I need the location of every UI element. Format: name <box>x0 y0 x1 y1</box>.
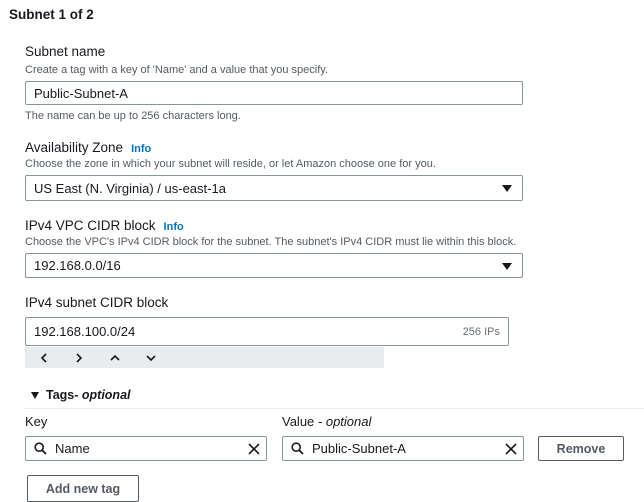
chevron-right-icon[interactable] <box>69 347 89 368</box>
search-icon <box>291 442 304 455</box>
vpc-cidr-label-text: IPv4 VPC CIDR block <box>25 218 156 233</box>
subnet-name-input[interactable]: Public-Subnet-A <box>25 81 523 105</box>
caret-down-icon <box>502 262 512 270</box>
section-title: Subnet 1 of 2 <box>9 7 94 22</box>
availability-zone-selected: US East (N. Virginia) / us-east-1a <box>34 180 226 196</box>
tag-value-value: Public-Subnet-A <box>312 441 406 456</box>
availability-zone-description: Choose the zone in which your subnet wil… <box>25 158 436 170</box>
tag-value-header-text: Value <box>282 414 315 429</box>
chevron-up-icon[interactable] <box>105 347 125 368</box>
search-icon <box>34 442 47 455</box>
close-icon[interactable] <box>248 442 260 455</box>
cidr-stepper <box>25 347 384 368</box>
caret-down-icon <box>502 185 512 192</box>
tags-toggle-label: Tags <box>46 388 75 402</box>
subnet-cidr-input[interactable]: 192.168.100.0/24 256 IPs <box>25 317 509 346</box>
add-new-tag-button[interactable]: Add new tag <box>27 475 139 502</box>
tag-key-input[interactable]: Name <box>25 436 267 461</box>
subnet-name-constraint: The name can be up to 256 characters lon… <box>25 110 241 122</box>
subnet-name-label: Subnet name <box>25 44 106 59</box>
tag-key-value: Name <box>55 441 90 456</box>
chevron-left-icon[interactable] <box>34 347 54 368</box>
ip-count: 256 IPs <box>462 325 500 338</box>
tag-value-header: Value - optional <box>282 414 371 429</box>
remove-tag-button[interactable]: Remove <box>538 436 624 461</box>
subnet-name-value: Public-Subnet-A <box>34 85 128 101</box>
tags-divider <box>25 408 644 409</box>
vpc-cidr-selected: 192.168.0.0/16 <box>34 258 121 273</box>
tags-toggle-suffix: - optional <box>74 388 131 402</box>
tags-toggle[interactable]: Tags - optional <box>31 388 131 402</box>
subnet-cidr-label: IPv4 subnet CIDR block <box>25 295 169 310</box>
vpc-cidr-select[interactable]: 192.168.0.0/16 <box>25 253 523 278</box>
tag-value-header-suffix: - optional <box>314 414 372 429</box>
subnet-cidr-value: 192.168.100.0/24 <box>34 324 136 339</box>
tag-value-input[interactable]: Public-Subnet-A <box>282 436 524 461</box>
caret-down-icon <box>31 391 39 399</box>
availability-zone-label-text: Availability Zone <box>25 140 124 155</box>
tag-key-header: Key <box>25 414 48 429</box>
vpc-cidr-description: Choose the VPC's IPv4 CIDR block for the… <box>25 236 517 248</box>
vpc-cidr-info-link[interactable]: Info <box>164 221 184 233</box>
chevron-down-icon[interactable] <box>141 347 161 368</box>
availability-zone-select[interactable]: US East (N. Virginia) / us-east-1a <box>25 175 523 201</box>
availability-zone-label: Availability Zone Info <box>25 140 151 155</box>
subnet-name-description: Create a tag with a key of 'Name' and a … <box>25 64 328 76</box>
close-icon[interactable] <box>505 442 517 455</box>
availability-zone-info-link[interactable]: Info <box>131 143 151 155</box>
vpc-cidr-label: IPv4 VPC CIDR block Info <box>25 218 184 233</box>
